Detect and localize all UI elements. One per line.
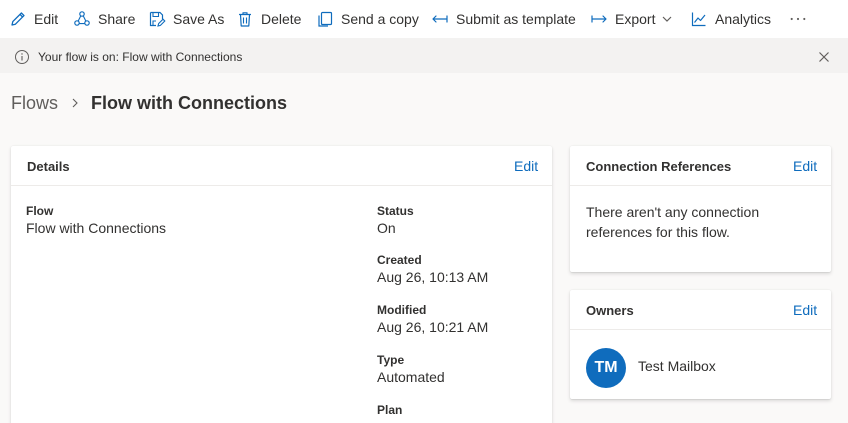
send-copy-button[interactable]: Send a copy [316,0,419,38]
info-icon [15,50,29,64]
status-value: On [377,220,396,236]
analytics-icon [691,12,706,27]
submit-template-label: Submit as template [456,11,576,27]
status-label: Status [377,204,414,218]
type-value: Automated [377,369,445,385]
message-text: Your flow is on: Flow with Connections [38,50,243,64]
type-label: Type [377,353,405,367]
modified-value: Aug 26, 10:21 AM [377,319,489,335]
owners-edit-link[interactable]: Edit [793,302,817,318]
share-icon [74,11,90,26]
breadcrumb-flows-link[interactable]: Flows [11,93,58,114]
owner-name: Test Mailbox [638,358,716,374]
chevron-right-icon [72,98,78,108]
copy-icon [318,11,333,27]
save-as-label: Save As [173,11,225,27]
created-label: Created [377,253,422,267]
details-edit-link[interactable]: Edit [514,158,538,174]
delete-button[interactable]: Delete [236,0,301,38]
analytics-button[interactable]: Analytics [690,0,771,38]
share-label: Share [98,11,136,27]
close-icon[interactable] [818,51,830,63]
analytics-label: Analytics [715,11,772,27]
flow-label: Flow [26,204,54,218]
share-button[interactable]: Share [73,0,135,38]
details-card: Details Edit Flow Flow with Connections … [11,146,552,423]
command-bar: Edit Share Save As Delete Send a copy Su… [0,0,848,38]
export-label: Export [615,11,656,27]
arrow-left-icon [432,15,448,23]
edit-button[interactable]: Edit [9,0,58,38]
page-title: Flow with Connections [91,92,288,113]
connection-references-edit-link[interactable]: Edit [793,158,817,174]
message-bar: Your flow is on: Flow with Connections [0,40,848,73]
owners-title: Owners [586,303,634,318]
edit-label: Edit [34,11,59,27]
save-as-button[interactable]: Save As [148,0,224,38]
chevron-down-icon [663,16,672,22]
details-title: Details [27,159,70,174]
connection-references-title: Connection References [586,159,732,174]
more-options-button[interactable] [786,0,810,38]
details-card-header: Details Edit [11,146,552,186]
owners-card: Owners Edit TM Test Mailbox [570,290,831,399]
breadcrumb: Flows Flow with Connections [11,90,287,116]
connection-references-card: Connection References Edit There aren't … [570,146,831,272]
modified-label: Modified [377,303,427,317]
trash-icon [239,12,251,27]
export-button[interactable]: Export [590,0,673,38]
flow-value: Flow with Connections [26,220,167,236]
avatar: TM [586,348,626,388]
export-icon [591,15,607,23]
owners-header: Owners Edit [570,290,831,330]
plan-label: Plan [377,403,403,417]
pencil-icon [11,12,25,26]
submit-template-button[interactable]: Submit as template [431,0,576,38]
more-icon [790,17,806,21]
send-copy-label: Send a copy [341,11,419,27]
delete-label: Delete [261,11,302,27]
created-value: Aug 26, 10:13 AM [377,269,489,285]
connection-references-header: Connection References Edit [570,146,831,186]
save-as-icon [149,11,166,27]
connection-references-empty-text: There aren't any connection references f… [586,204,760,240]
